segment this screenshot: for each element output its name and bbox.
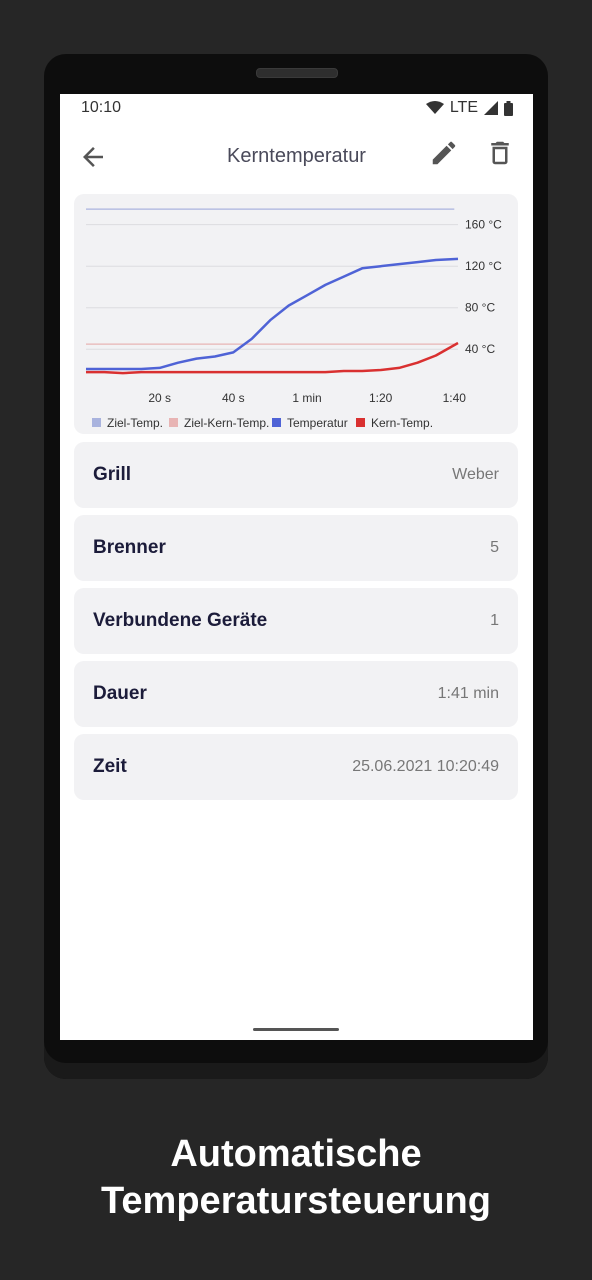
page-title: Kerntemperatur xyxy=(227,145,366,167)
detail-row: Dauer 1:41 min xyxy=(74,661,518,727)
legend-swatch xyxy=(92,418,101,427)
edit-button[interactable] xyxy=(429,138,459,168)
detail-row: Brenner 5 xyxy=(74,515,518,581)
delete-button[interactable] xyxy=(485,138,515,168)
app-screen: 10:10 LTE Kerntemperatur 40 °C 80 °C 120 °… xyxy=(60,94,533,1040)
detail-label: Grill xyxy=(93,464,132,485)
y-tick-label: 40 °C xyxy=(465,342,495,356)
status-bar: 10:10 LTE xyxy=(60,94,533,122)
series-line-3 xyxy=(86,257,459,371)
status-time: 10:10 xyxy=(81,99,122,116)
caption-line-1: Automatische xyxy=(170,1133,422,1175)
wifi-icon xyxy=(425,101,444,114)
legend-label: Temperatur xyxy=(287,416,348,430)
legend-swatch xyxy=(169,418,178,427)
app-bar: Kerntemperatur xyxy=(60,132,533,180)
trash-icon xyxy=(491,141,509,165)
detail-value: 1:41 min xyxy=(437,685,499,702)
battery-icon xyxy=(504,100,513,116)
y-tick-label: 160 °C xyxy=(465,218,502,232)
detail-value: 1 xyxy=(490,612,499,629)
signal-icon xyxy=(484,101,498,115)
x-tick-label: 1 min xyxy=(292,391,321,405)
detail-label: Brenner xyxy=(93,537,166,558)
temperature-chart: 40 °C 80 °C 120 °C 160 °C 20 s 40 s 1 min 1:20 1… xyxy=(74,194,518,434)
x-tick-label: 1:20 xyxy=(369,391,393,405)
detail-row: Zeit 25.06.2021 10:20:49 xyxy=(74,734,518,800)
detail-label: Zeit xyxy=(93,756,127,777)
x-tick-label: 40 s xyxy=(222,391,245,405)
caption-line-2: Temperatursteuerung xyxy=(101,1180,491,1222)
network-type: LTE xyxy=(449,99,478,116)
legend-label: Kern-Temp. xyxy=(371,416,433,430)
detail-value: 5 xyxy=(490,539,499,556)
pencil-icon xyxy=(432,141,456,165)
legend-swatch xyxy=(356,418,365,427)
detail-row: Grill Weber xyxy=(74,442,518,508)
x-tick-label: 20 s xyxy=(148,391,171,405)
phone-speaker xyxy=(256,68,338,78)
y-tick-label: 120 °C xyxy=(465,259,502,273)
detail-label: Dauer xyxy=(93,683,147,704)
detail-row: Verbundene Geräte 1 xyxy=(74,588,518,654)
gesture-nav-bar[interactable] xyxy=(253,1028,339,1031)
detail-label: Verbundene Geräte xyxy=(93,610,268,631)
detail-value: 25.06.2021 10:20:49 xyxy=(352,758,499,775)
legend-swatch xyxy=(272,418,281,427)
phone-frame: 10:10 LTE Kerntemperatur 40 °C 80 °C 120 °… xyxy=(44,54,548,1079)
legend-label: Ziel-Kern-Temp. xyxy=(184,416,269,430)
detail-value: Weber xyxy=(452,466,499,483)
y-tick-label: 80 °C xyxy=(465,301,495,315)
x-tick-label: 1:40 xyxy=(443,391,467,405)
chart-canvas: 40 °C 80 °C 120 °C 160 °C 20 s 40 s 1 min 1:20 1… xyxy=(86,208,502,430)
legend-label: Ziel-Temp. xyxy=(107,416,163,430)
status-icons: LTE xyxy=(425,99,513,117)
